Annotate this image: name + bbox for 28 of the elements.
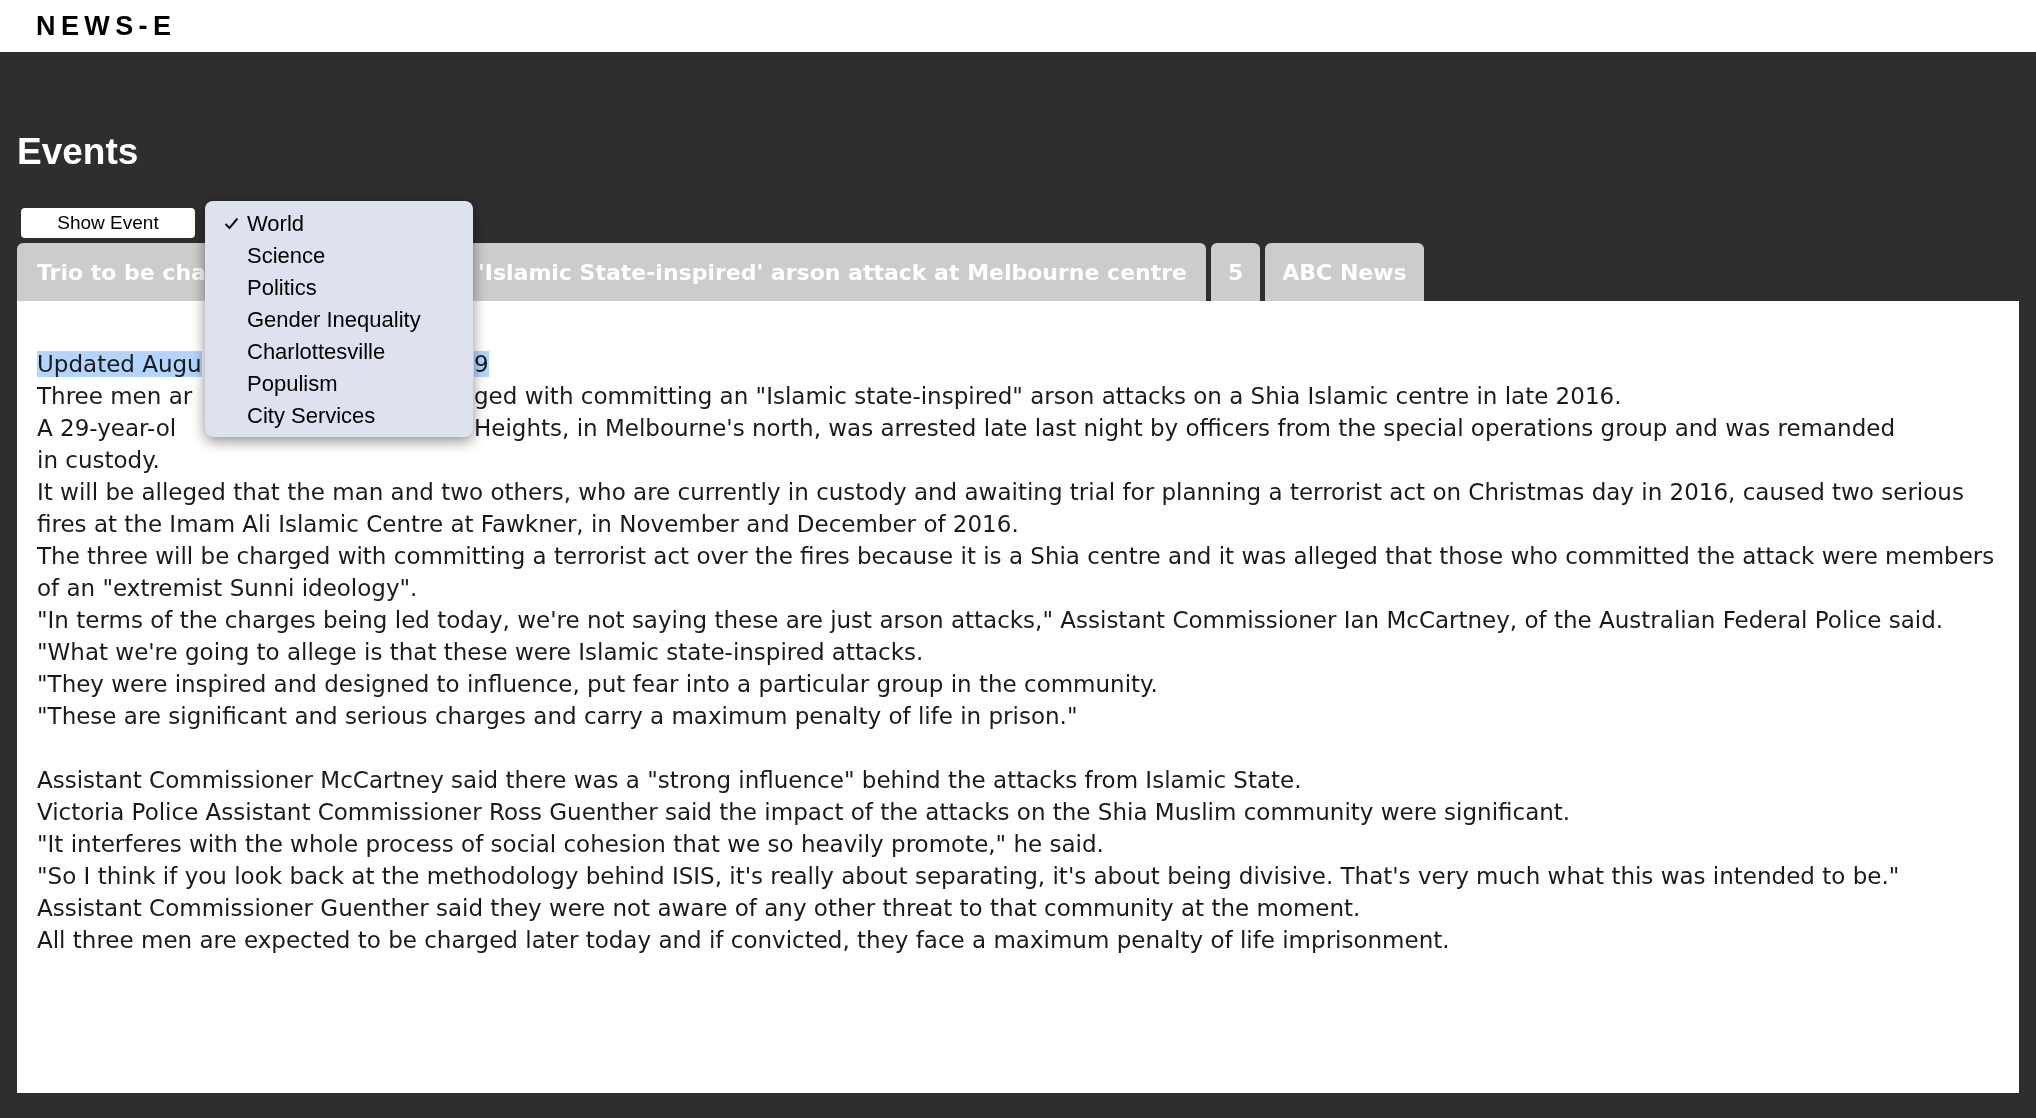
menu-item[interactable]: Populism bbox=[205, 367, 473, 399]
article-text: Updated Augu bbox=[37, 351, 202, 377]
article-paragraph: The three will be charged with committing a terrorist act over the fires because it is a Shia centre and it was alleged that those who committed the attack were members of an "extremist Sunni ideology". bbox=[37, 542, 1996, 603]
menu-item[interactable]: Politics bbox=[205, 271, 473, 303]
menu-item[interactable]: World bbox=[205, 207, 473, 239]
menu-item[interactable]: City Services bbox=[205, 399, 473, 431]
show-event-button[interactable]: Show Event bbox=[21, 208, 195, 238]
logo: NEWS-E bbox=[36, 9, 177, 43]
article-text: ged with committing an "Islamic state-inspired" arson attacks on a Shia Islamic centre in late 2016. bbox=[474, 383, 1622, 409]
article-paragraph: "These are significant and serious charges and carry a maximum penalty of life in prison." bbox=[37, 702, 1079, 731]
menu-item[interactable]: Charlottesville bbox=[205, 335, 473, 367]
menu-item[interactable]: Gender Inequality bbox=[205, 303, 473, 335]
article-paragraph: "So I think if you look back at the methodology behind ISIS, it's really about separating, it's about being divisive. That's very much what this was intended to be." bbox=[37, 862, 1901, 891]
article-text: 9 bbox=[474, 351, 489, 377]
article-paragraph: All three men are expected to be charged later today and if convicted, they face a maximum penalty of life imprisonment. bbox=[37, 926, 1451, 955]
article-paragraph: Assistant Commissioner Guenther said they were not aware of any other threat to that community at the moment. bbox=[37, 894, 1362, 923]
article-paragraph: Assistant Commissioner McCartney said there was a "strong influence" behind the attacks from Islamic State. bbox=[37, 766, 1303, 795]
page-title: Events bbox=[17, 130, 139, 174]
article-paragraph: "In terms of the charges being led today, we're not saying these are just arson attacks," Assistant Commissioner Ian McCartney, of the Australian Federal Police said. bbox=[37, 606, 1945, 635]
article-paragraph: "What we're going to allege is that these were Islamic state-inspired attacks. bbox=[37, 638, 925, 667]
article-paragraph: "It interferes with the whole process of social cohesion that we so heavily promote," he said. bbox=[37, 830, 1105, 859]
article-paragraph: Victoria Police Assistant Commissioner Ross Guenther said the impact of the attacks on the Shia Muslim community were significant. bbox=[37, 798, 1572, 827]
article-text: A 29-year-ol bbox=[37, 415, 177, 441]
article-text: in custody. bbox=[37, 446, 160, 475]
article-paragraph: It will be alleged that the man and two others, who are currently in custody and awaiting trial for planning a terrorist act on Christmas day in 2016, caused two serious fires at the Imam Ali Islamic Centre at Fawkner, in November and December of 2016. bbox=[37, 478, 1965, 539]
article-text: Three men ar bbox=[37, 383, 193, 409]
article-paragraph: "They were inspired and designed to influence, put fear into a particular group in the community. bbox=[37, 670, 1159, 699]
article-text: Heights, in Melbourne's north, was arrested late last night by officers from the special operations group and was remanded bbox=[474, 415, 1895, 441]
